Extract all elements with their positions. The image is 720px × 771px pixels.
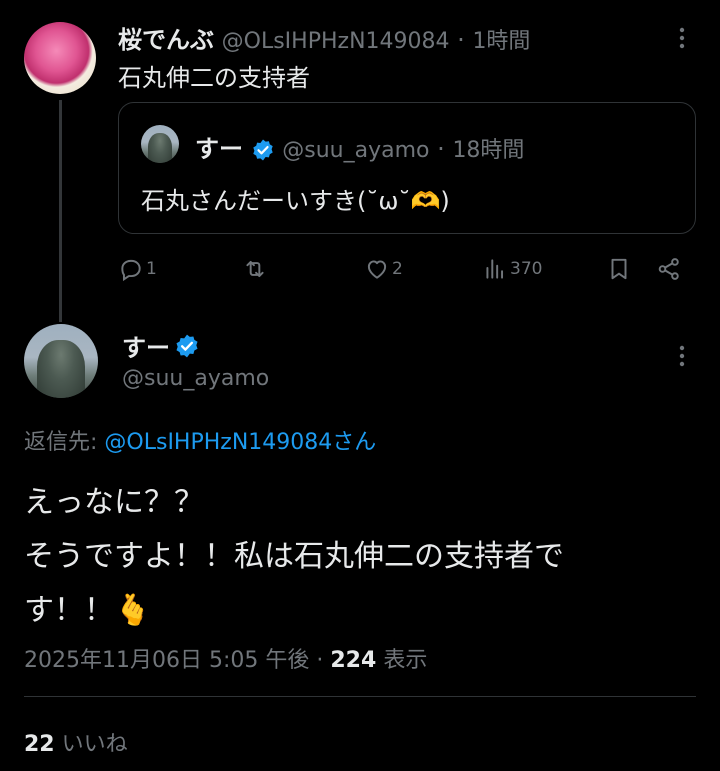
quoted-time: 18時間: [452, 138, 525, 163]
quoted-avatar: [141, 125, 179, 163]
views-label: 表示: [383, 648, 428, 673]
header-separator: ·: [457, 26, 465, 54]
likes-summary[interactable]: 22 いいね: [24, 726, 128, 758]
main-tweet-text: えっなに？？ そうですよ！！私は石丸伸二の支持者で す！！🫰: [24, 476, 564, 638]
parent-tweet-text: 石丸伸二の支持者: [118, 64, 310, 92]
retweet-button[interactable]: [242, 256, 268, 282]
likes-count-main: 22: [24, 732, 55, 757]
share-button[interactable]: [656, 256, 682, 282]
author-handle[interactable]: @OLsIHPHzN149084: [222, 29, 450, 54]
verified-badge-icon: [174, 333, 200, 359]
parent-tweet-header: 桜でんぶ @OLsIHPHzN149084 · 1時間: [118, 20, 530, 55]
quoted-tweet-header: すー @suu_ayamo · 18時間: [195, 129, 524, 164]
share-icon: [658, 258, 679, 280]
likes-label: いいね: [61, 732, 128, 757]
tweet-time[interactable]: 1時間: [472, 29, 530, 54]
main-author-name[interactable]: すー: [122, 328, 170, 363]
replying-to-handle[interactable]: @OLsIHPHzN149084さん: [104, 430, 376, 455]
reply-button[interactable]: 1: [118, 256, 157, 282]
reply-count: 1: [146, 259, 157, 279]
tweet-timestamp[interactable]: 2025年11月06日 5:05 午後: [24, 648, 309, 673]
views-count: 370: [510, 259, 543, 279]
parent-tweet-actions: 1 2 370: [118, 252, 696, 286]
heart-icon: [364, 256, 390, 282]
meta-separator: ·: [316, 648, 324, 673]
retweet-icon: [242, 256, 268, 282]
quoted-tweet-text: 石丸さんだーいすき(˘ω˘🫶): [141, 187, 450, 215]
quoted-tweet-card[interactable]: すー @suu_ayamo · 18時間 石丸さんだーいすき(˘ω˘🫶): [118, 102, 696, 234]
avatar-sakura-denbu[interactable]: [24, 22, 96, 94]
main-tweet-text-line-2: そうですよ！！私は石丸伸二の支持者で: [24, 539, 564, 574]
quoted-author-handle: @suu_ayamo: [282, 138, 430, 163]
main-author-handle[interactable]: @suu_ayamo: [122, 366, 269, 391]
more-options-icon[interactable]: [674, 24, 690, 52]
like-count: 2: [392, 259, 403, 279]
verified-badge-icon: [251, 138, 275, 162]
author-name[interactable]: 桜でんぶ: [118, 26, 214, 54]
analytics-icon: [482, 256, 508, 282]
bookmark-icon: [611, 258, 627, 280]
main-tweet-text-line-3: す！！🫰: [24, 593, 152, 628]
reply-icon: [118, 256, 144, 282]
avatar-suu[interactable]: [24, 324, 98, 398]
thread-connector-line: [59, 100, 62, 322]
like-button[interactable]: 2: [364, 256, 403, 282]
tweet-meta: 2025年11月06日 5:05 午後 · 224 表示: [24, 642, 427, 674]
more-options-icon[interactable]: [674, 342, 690, 370]
bookmark-button[interactable]: [606, 256, 632, 282]
replying-to: 返信先: @OLsIHPHzN149084さん: [24, 424, 376, 456]
quoted-author-name: すー: [195, 135, 243, 163]
main-author-name-row: すー: [122, 328, 200, 363]
divider: [24, 696, 696, 697]
views-count-main: 224: [330, 648, 377, 673]
replying-to-label: 返信先:: [24, 430, 105, 455]
main-tweet-text-line-1: えっなに？？: [24, 485, 204, 520]
views-button[interactable]: 370: [482, 256, 542, 282]
quoted-separator: ·: [437, 135, 445, 163]
